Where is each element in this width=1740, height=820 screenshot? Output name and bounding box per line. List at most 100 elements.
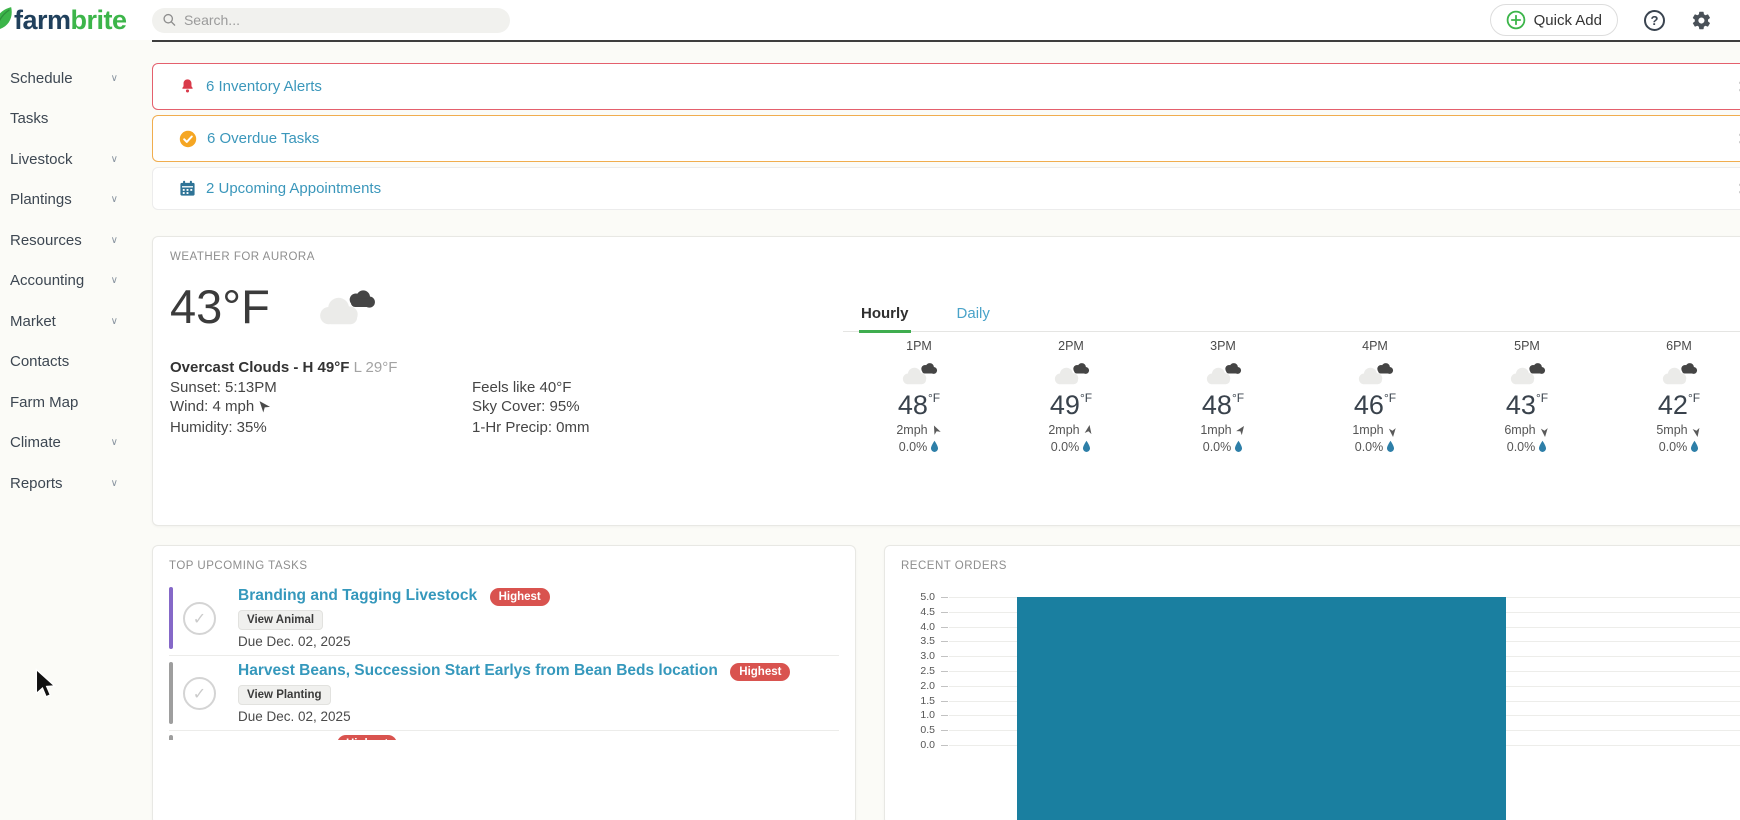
- forecast-wind: 6mph: [1451, 423, 1603, 438]
- forecast-time: 3PM: [1210, 339, 1236, 353]
- forecast-wind: 2mph: [995, 423, 1147, 438]
- main-content: 6 Inventory Alerts › 6 Overdue Tasks › 2…: [152, 40, 1740, 820]
- weather-summary: Overcast Clouds - H 49°F L 29°F: [170, 359, 397, 376]
- forecast-precip: 0.0%: [995, 440, 1147, 454]
- sidebar-item-plantings[interactable]: Plantings ∨: [10, 180, 118, 221]
- check-circle-icon: [179, 130, 197, 147]
- chevron-down-icon: ∨: [110, 477, 118, 489]
- search-bar[interactable]: [152, 7, 510, 33]
- sidebar-item-label: Resources: [10, 231, 82, 249]
- wind-direction-icon: [928, 422, 944, 439]
- weather-card: WEATHER FOR AURORA 43°F Overcast Clouds …: [152, 236, 1740, 526]
- droplet-icon: [931, 440, 939, 452]
- forecast-precip: 0.0%: [1147, 440, 1299, 454]
- gear-icon[interactable]: [1691, 10, 1712, 31]
- sidebar-item-label: Farm Map: [10, 393, 79, 411]
- feels-like-value: Feels like 40°F: [472, 379, 572, 396]
- sky-cover-value: Sky Cover: 95%: [472, 398, 580, 416]
- droplet-icon: [1691, 440, 1699, 452]
- wind-direction-icon: [254, 396, 277, 420]
- task-title-link[interactable]: Branding and Tagging Livestock: [238, 587, 477, 604]
- forecast-temp: 46°F: [1353, 390, 1397, 420]
- clouds-icon: [1662, 363, 1698, 385]
- clouds-icon: [1206, 363, 1242, 385]
- recent-orders-card: RECENT ORDERS 5.0 4.5 4.0 3.5 3.0 2.5 2.…: [884, 545, 1740, 820]
- droplet-icon: [1083, 440, 1091, 452]
- check-circle-icon[interactable]: ✓: [183, 676, 216, 710]
- sidebar-item-climate[interactable]: Climate ∨: [10, 423, 118, 464]
- help-icon[interactable]: ?: [1644, 9, 1665, 31]
- task-priority-bar: [169, 587, 173, 649]
- droplet-icon: [1539, 440, 1547, 452]
- quick-add-label: Quick Add: [1533, 11, 1602, 29]
- sidebar-item-farm-map[interactable]: Farm Map: [10, 382, 118, 423]
- sidebar-item-resources[interactable]: Resources ∨: [10, 220, 118, 261]
- forecast-time: 1PM: [906, 339, 932, 353]
- sidebar-item-tasks[interactable]: Tasks: [10, 99, 118, 140]
- forecast-precip: 0.0%: [843, 440, 995, 454]
- forecast-tabs: Hourly Daily: [843, 305, 1740, 333]
- sidebar-item-reports[interactable]: Reports ∨: [10, 463, 118, 504]
- banner-label: 2 Upcoming Appointments: [206, 180, 382, 197]
- weather-card-title: WEATHER FOR AURORA: [170, 251, 315, 263]
- sidebar-item-label: Contacts: [10, 353, 70, 371]
- chevron-down-icon: ∨: [110, 315, 118, 327]
- forecast-temp: 48°F: [1201, 390, 1245, 420]
- farmbrite-logo[interactable]: farm brite: [0, 5, 152, 36]
- forecast-column: 4PM 46°F 1mph 0.0%: [1299, 339, 1451, 454]
- view-animal-button[interactable]: View Animal: [238, 610, 324, 630]
- forecast-column: 3PM 48°F 1mph 0.0%: [1147, 339, 1299, 454]
- overdue-tasks-banner[interactable]: 6 Overdue Tasks ›: [152, 115, 1740, 162]
- tab-hourly[interactable]: Hourly: [859, 305, 911, 333]
- chevron-down-icon: ∨: [110, 275, 118, 287]
- chevron-down-icon: ∨: [110, 72, 118, 84]
- sidebar-item-label: Tasks: [10, 110, 49, 128]
- sidebar-item-accounting[interactable]: Accounting ∨: [10, 261, 118, 302]
- clouds-icon: [1510, 363, 1546, 385]
- sidebar-item-label: Schedule: [10, 69, 73, 87]
- quick-add-button[interactable]: Quick Add: [1489, 4, 1618, 36]
- task-priority-bar: [169, 662, 173, 724]
- search-input[interactable]: [183, 12, 500, 28]
- inventory-alerts-banner[interactable]: 6 Inventory Alerts ›: [152, 63, 1740, 110]
- condition-and-high: Overcast Clouds - H 49°F: [170, 359, 350, 376]
- forecast-time: 5PM: [1514, 339, 1540, 353]
- forecast-wind: 5mph: [1603, 423, 1740, 438]
- forecast-column: 2PM 49°F 2mph 0.0%: [995, 339, 1147, 454]
- clouds-icon: [902, 363, 938, 385]
- current-temperature: 43°F: [170, 280, 270, 333]
- sidebar-item-contacts[interactable]: Contacts: [10, 342, 118, 383]
- priority-badge: Highest: [489, 588, 550, 606]
- sidebar-item-livestock[interactable]: Livestock ∨: [10, 139, 118, 180]
- orders-card-title: RECENT ORDERS: [901, 560, 1007, 572]
- forecast-temp: 43°F: [1505, 390, 1549, 420]
- forecast-temp: 42°F: [1657, 390, 1701, 420]
- wind-direction-icon: [1082, 423, 1095, 439]
- wind-direction-icon: [1386, 424, 1398, 439]
- sidebar-item-label: Climate: [10, 434, 61, 452]
- banner-label: 6 Inventory Alerts: [206, 78, 322, 95]
- leaf-icon: [0, 7, 12, 29]
- chevron-down-icon: ∨: [110, 437, 118, 449]
- precip-value: 1-Hr Precip: 0mm: [472, 418, 590, 436]
- clouds-icon: [1358, 363, 1394, 385]
- upcoming-appointments-banner[interactable]: 2 Upcoming Appointments ›: [152, 167, 1740, 210]
- forecast-time: 6PM: [1666, 339, 1692, 353]
- bell-icon: [182, 79, 193, 93]
- plus-circle-icon: [1506, 10, 1525, 30]
- top-bar: farmbrite Quick Add ?: [0, 0, 1740, 40]
- weather-details: Sunset: 5:13PM Feels like 40°F Wind: 4 m…: [170, 378, 590, 437]
- task-title-link[interactable]: Harvest Beans, Succession Start Earlys f…: [238, 662, 718, 679]
- view-planting-button[interactable]: View Planting: [238, 685, 331, 705]
- sidebar-item-market[interactable]: Market ∨: [10, 301, 118, 342]
- forecast-column: 5PM 43°F 6mph 0.0%: [1451, 339, 1603, 454]
- tab-daily[interactable]: Daily: [955, 305, 992, 333]
- check-circle-icon[interactable]: ✓: [183, 601, 216, 635]
- forecast-wind: 1mph: [1147, 423, 1299, 438]
- sidebar: Schedule ∨ Tasks Livestock ∨ Plantings ∨ Re…: [0, 40, 152, 820]
- logo-text-farm: farm: [14, 4, 71, 35]
- sidebar-item-schedule[interactable]: Schedule ∨: [10, 58, 118, 99]
- forecast-precip: 0.0%: [1603, 440, 1740, 454]
- chevron-down-icon: ∨: [110, 234, 118, 246]
